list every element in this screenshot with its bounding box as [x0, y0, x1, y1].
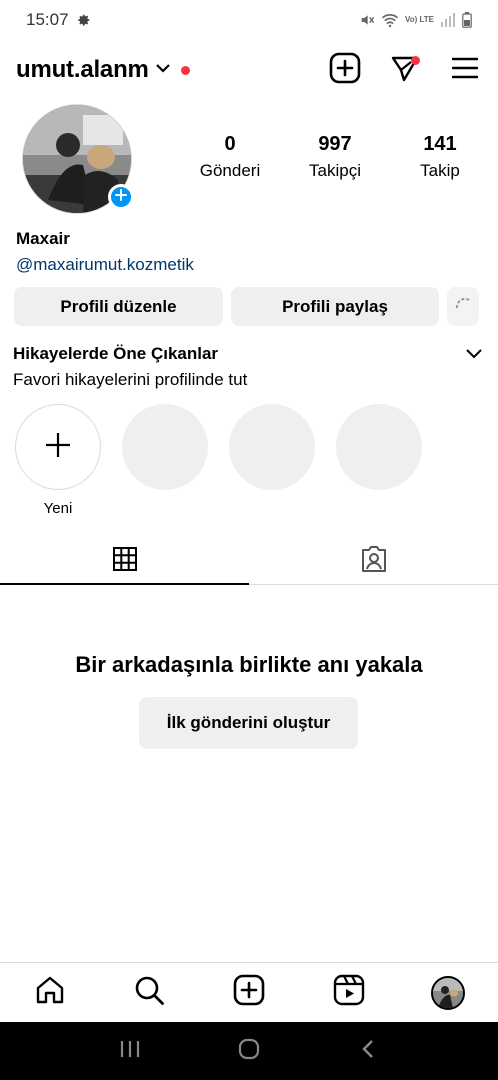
highlights-row: Yeni: [15, 404, 422, 517]
tab-posts-grid[interactable]: [0, 538, 249, 585]
new-highlight-circle[interactable]: [15, 404, 101, 490]
recent-apps-button[interactable]: [110, 1031, 150, 1071]
highlight-placeholder: [336, 404, 422, 517]
tagged-person-icon: [360, 545, 388, 578]
home-circle-icon: [237, 1037, 261, 1066]
nav-profile[interactable]: [423, 968, 473, 1018]
empty-state-title: Bir arkadaşınla birlikte anı yakala: [75, 652, 423, 677]
profile-actions: Profili düzenle Profili paylaş: [14, 287, 479, 326]
nav-create[interactable]: [224, 968, 274, 1018]
plus-icon: [115, 188, 127, 206]
add-story-button[interactable]: [108, 184, 134, 210]
signal-icon: [440, 13, 456, 27]
highlight-placeholder: [122, 404, 208, 517]
profile-link[interactable]: @maxairumut.kozmetik: [16, 255, 194, 275]
battery-icon: [462, 12, 472, 28]
profile-avatar[interactable]: [22, 104, 134, 214]
new-post-button[interactable]: [328, 52, 362, 89]
discover-people-button[interactable]: [447, 287, 479, 326]
notification-dot: [180, 65, 190, 75]
stat-value: 141: [423, 133, 457, 155]
highlights-title: Hikayelerde Öne Çıkanlar: [13, 344, 219, 363]
plus-icon: [45, 432, 71, 463]
new-highlight[interactable]: Yeni: [15, 404, 101, 517]
stat-label: Gönderi: [199, 161, 261, 180]
search-icon: [133, 974, 165, 1011]
stat-value: 997: [318, 133, 352, 155]
profile-stats: 0 Gönderi 997 Takipçi 141 Takip: [180, 133, 490, 181]
tab-tagged[interactable]: [249, 538, 498, 584]
menu-icon: [451, 57, 479, 84]
highlight-placeholder: [229, 404, 315, 517]
threads-button[interactable]: [388, 53, 422, 87]
profile-header: umut.alanm: [0, 48, 498, 92]
threads-notification-dot: [411, 56, 420, 65]
menu-button[interactable]: [448, 53, 482, 87]
lte-label: Vo) LTE: [404, 15, 434, 24]
recent-apps-icon: [119, 1039, 141, 1064]
gear-icon: [77, 13, 91, 27]
stat-value: 0: [224, 133, 236, 155]
back-arrow-icon: [360, 1038, 376, 1065]
back-button[interactable]: [348, 1031, 388, 1071]
bottom-navigation: [0, 962, 498, 1022]
wifi-icon: [381, 12, 399, 28]
grid-icon: [112, 546, 138, 577]
highlights-subtitle: Favori hikayelerini profilinde tut: [13, 370, 248, 389]
nav-home[interactable]: [25, 968, 75, 1018]
highlight-placeholder-circle: [229, 404, 315, 490]
mute-icon: [359, 12, 375, 28]
username: umut.alanm: [16, 56, 149, 83]
highlights-toggle[interactable]: [464, 343, 484, 368]
display-name: Maxair: [16, 229, 70, 248]
nav-reels[interactable]: [324, 968, 374, 1018]
loading-spinner-icon: [453, 294, 473, 319]
home-icon: [34, 974, 66, 1011]
stat-label: Takipçi: [309, 161, 361, 180]
stat-followers[interactable]: 997 Takipçi: [285, 133, 385, 181]
share-profile-button[interactable]: Profili paylaş: [231, 287, 439, 326]
account-switcher[interactable]: umut.alanm: [16, 56, 190, 84]
new-post-icon: [233, 974, 265, 1011]
stat-following[interactable]: 141 Takip: [390, 133, 490, 181]
system-navigation-bar: [0, 1022, 498, 1080]
home-system-button[interactable]: [229, 1031, 269, 1071]
status-time: 15:07: [26, 10, 69, 29]
status-bar: 15:07 Vo) LTE: [0, 0, 498, 40]
avatar: [431, 975, 466, 1010]
new-highlight-label: Yeni: [43, 500, 73, 517]
nav-search[interactable]: [124, 968, 174, 1018]
highlight-placeholder-circle: [122, 404, 208, 490]
profile-tabs: [0, 538, 498, 585]
edit-profile-button[interactable]: Profili düzenle: [14, 287, 223, 326]
new-post-icon: [329, 52, 361, 89]
create-first-post-button[interactable]: İlk gönderini oluştur: [139, 697, 358, 749]
chevron-down-icon: [155, 61, 171, 79]
highlight-placeholder-circle: [336, 404, 422, 490]
stat-posts[interactable]: 0 Gönderi: [180, 133, 280, 181]
chevron-down-icon: [464, 349, 484, 367]
reels-icon: [333, 974, 365, 1011]
stat-label: Takip: [420, 161, 460, 180]
